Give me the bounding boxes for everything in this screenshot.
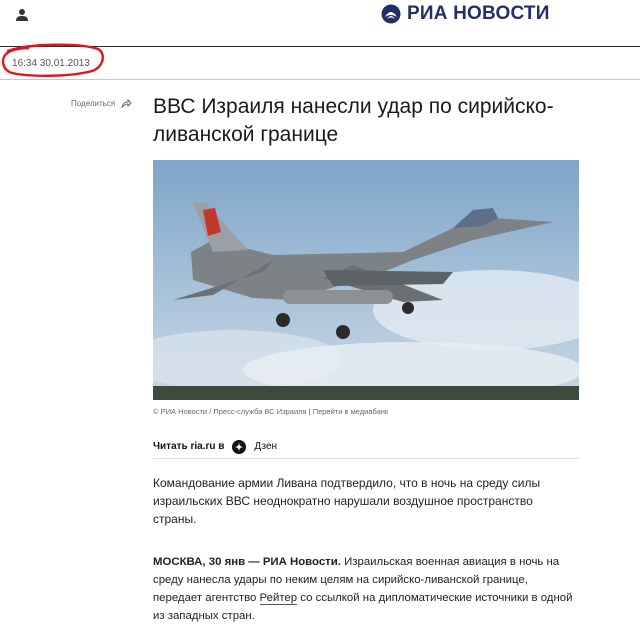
article-title: ВВС Израиля нанесли удар по сирийско-лив…: [153, 95, 554, 146]
ria-logo-icon: [381, 4, 401, 24]
photo-caption[interactable]: © РИА Новости / Пресс-служба ВС Израиля …: [153, 407, 388, 416]
user-icon[interactable]: [15, 8, 29, 22]
share-arrow-icon: [121, 98, 132, 108]
red-circle-annotation: [1, 43, 104, 77]
dzen-link[interactable]: Дзен: [232, 439, 278, 454]
dateline: МОСКВА, 30 янв — РИА Новости.: [153, 556, 341, 568]
read-in-dzen[interactable]: Читать ria.ru в Дзен: [153, 435, 579, 459]
share-label: Поделиться: [71, 98, 116, 108]
share-button[interactable]: Поделиться: [71, 98, 132, 108]
read-label: Читать ria.ru в: [153, 441, 225, 452]
dzen-label: Дзен: [254, 441, 278, 452]
site-header: РИА НОВОСТИ: [0, 0, 640, 47]
ria-logo[interactable]: РИА НОВОСТИ: [381, 0, 550, 28]
dzen-icon: [232, 439, 247, 454]
reuters-link[interactable]: Рейтер: [259, 592, 298, 605]
article-photo[interactable]: [153, 160, 579, 400]
article-body: МОСКВА, 30 янв — РИА Новости. Израильска…: [153, 553, 579, 625]
logo-text: РИА НОВОСТИ: [407, 3, 550, 24]
article-lead: Командование армии Ливана подтвердило, ч…: [153, 476, 541, 526]
